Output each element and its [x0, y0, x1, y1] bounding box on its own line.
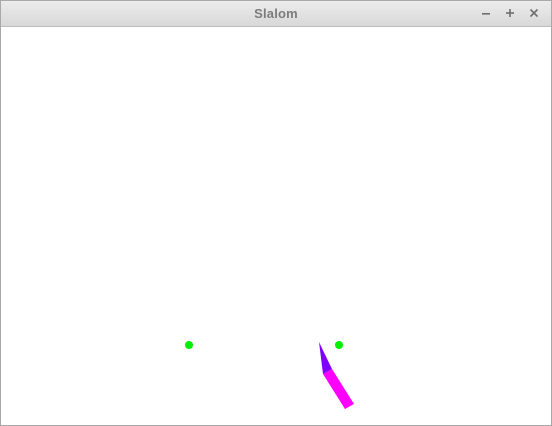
close-icon: [529, 8, 539, 18]
minimize-button[interactable]: [477, 4, 495, 22]
skier: [319, 342, 354, 409]
maximize-button[interactable]: [501, 4, 519, 22]
window-title: Slalom: [254, 6, 298, 21]
gate-flag-left: [185, 341, 193, 349]
maximize-icon: [506, 9, 514, 17]
close-button[interactable]: [525, 4, 543, 22]
gate-flag-right: [335, 341, 343, 349]
minimize-icon: [482, 13, 490, 15]
game-canvas[interactable]: [1, 27, 551, 425]
skier-body: [323, 369, 354, 409]
skier-tip: [319, 342, 332, 374]
title-bar[interactable]: Slalom: [1, 1, 551, 27]
game-scene: [185, 341, 354, 409]
window-controls: [477, 4, 543, 22]
app-window: Slalom: [0, 0, 552, 426]
